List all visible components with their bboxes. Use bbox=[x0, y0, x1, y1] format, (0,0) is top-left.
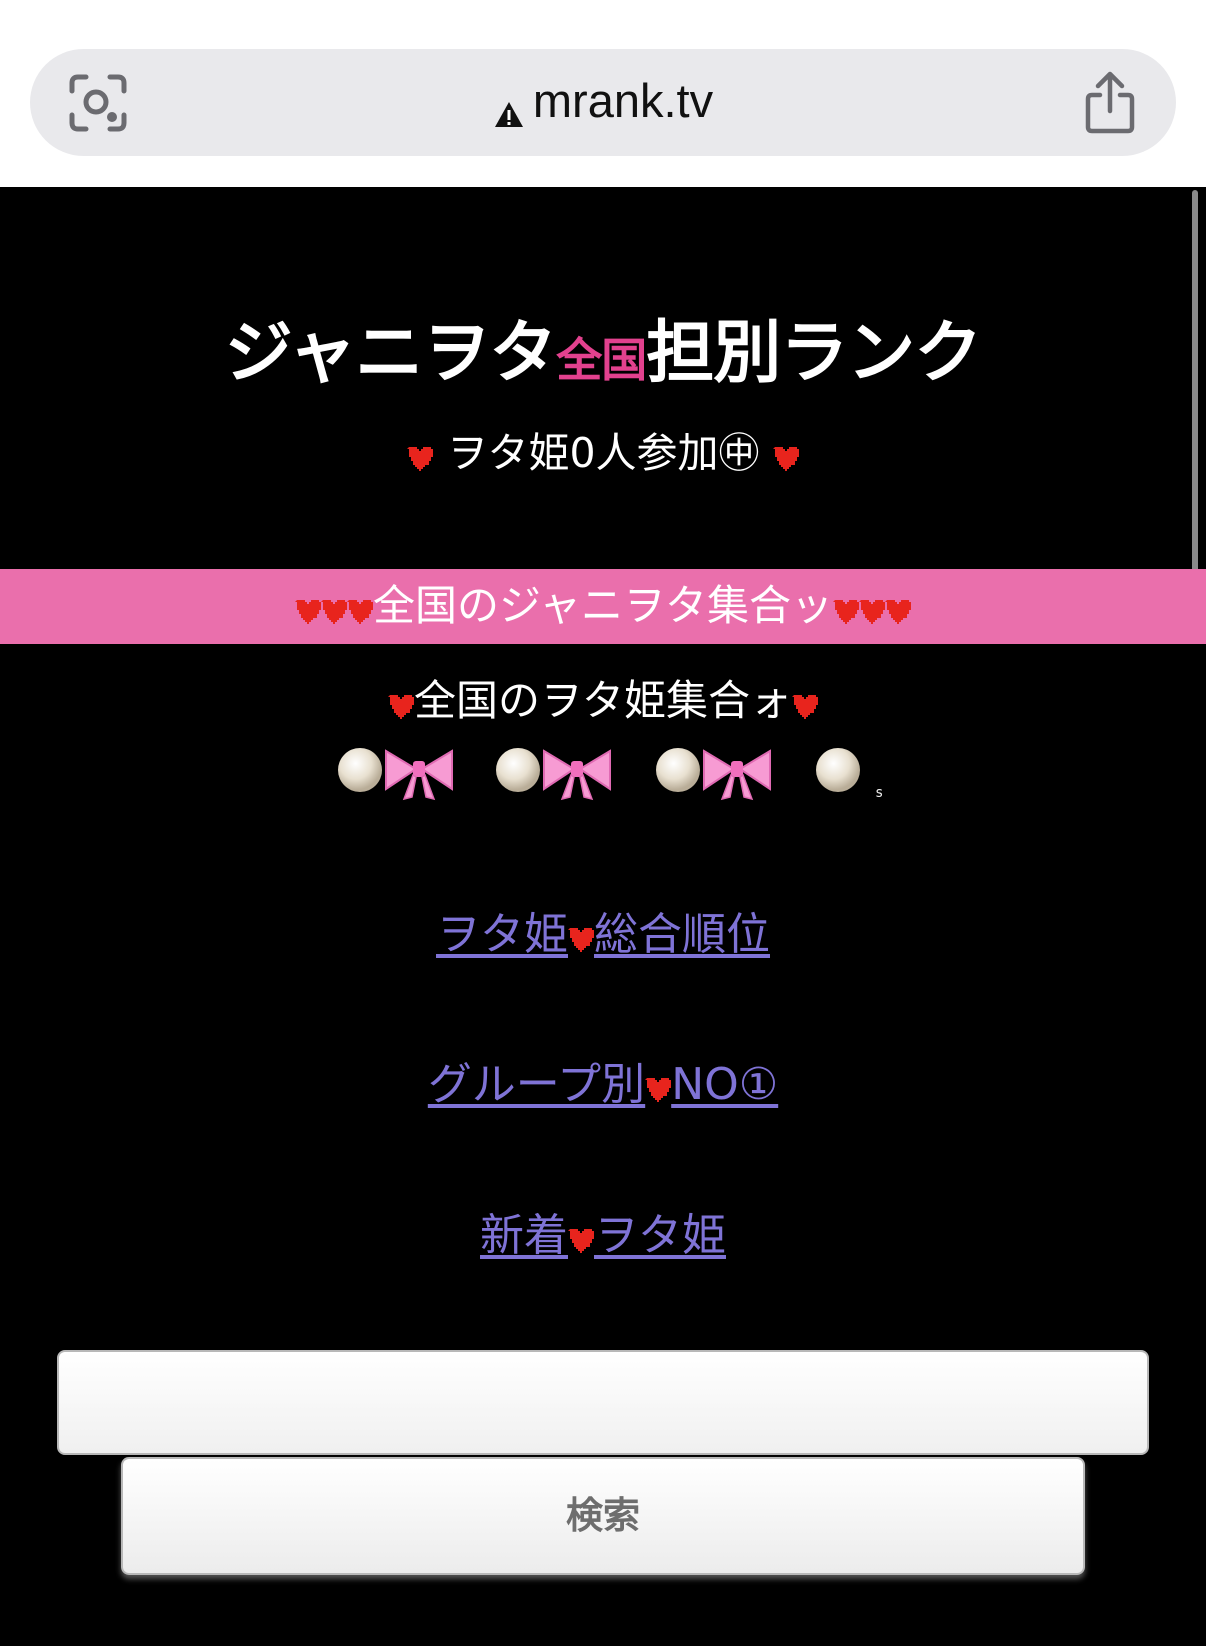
participant-count: ヲタ姫0人参加㊥ bbox=[0, 425, 1206, 481]
link-otahime[interactable]: ヲタ姫 bbox=[436, 909, 568, 960]
heart-icon bbox=[858, 599, 885, 624]
ribbon-icon bbox=[703, 750, 771, 800]
heart-icon bbox=[568, 1229, 594, 1253]
title-part2: 担別ランク bbox=[646, 314, 982, 393]
ribbon-icon bbox=[543, 750, 611, 800]
heart-icon bbox=[407, 447, 434, 471]
url-label: mrank.tv bbox=[532, 74, 714, 127]
pearl-icon bbox=[656, 748, 700, 792]
participant-text: ヲタ姫0人参加㊥ bbox=[446, 429, 760, 477]
web-page: ジャニヲタ全国担別ランク ヲタ姫0人参加㊥ 全国のジャニヲタ集合ッ 全国のヲタ姫… bbox=[0, 187, 1206, 1646]
url-text[interactable]: mrank.tv bbox=[30, 71, 1176, 131]
pearl-icon bbox=[496, 748, 540, 792]
heart-icon bbox=[832, 599, 859, 624]
heart-icon bbox=[568, 928, 594, 952]
page-title: ジャニヲタ全国担別ランク bbox=[0, 314, 1206, 400]
link-new[interactable]: 新着 bbox=[480, 1210, 568, 1261]
nav-row-group: グループ別 NO① bbox=[0, 1055, 1206, 1115]
share-icon[interactable] bbox=[1078, 69, 1142, 135]
deco-mark: s bbox=[875, 785, 884, 801]
pearl-ribbon-decoration bbox=[338, 737, 898, 807]
heart-icon bbox=[347, 599, 374, 624]
nav-row-new: 新着 ヲタ姫 bbox=[0, 1206, 1206, 1266]
browser-toolbar: mrank.tv bbox=[0, 0, 1206, 187]
search-input[interactable] bbox=[57, 1350, 1149, 1455]
link-new-otahime[interactable]: ヲタ姫 bbox=[594, 1210, 726, 1261]
link-no1[interactable]: NO① bbox=[671, 1059, 778, 1110]
heart-icon bbox=[295, 599, 322, 624]
heart-icon bbox=[792, 694, 818, 719]
heart-icon bbox=[387, 694, 414, 719]
search-button[interactable]: 検索 bbox=[121, 1457, 1085, 1575]
nav-row-overall: ヲタ姫 総合順位 bbox=[0, 905, 1206, 965]
pearl-icon bbox=[338, 748, 382, 792]
gather-text: 全国のヲタ姫集合ォ bbox=[0, 672, 1206, 730]
link-by-group[interactable]: グループ別 bbox=[428, 1059, 645, 1110]
pearl-icon bbox=[816, 748, 860, 792]
pink-banner: 全国のジャニヲタ集合ッ bbox=[0, 569, 1206, 644]
warning-icon bbox=[493, 85, 525, 127]
title-highlight: 全国 bbox=[556, 333, 647, 387]
heart-icon bbox=[321, 599, 348, 624]
ribbon-icon bbox=[385, 750, 453, 800]
heart-icon bbox=[884, 599, 911, 624]
title-part1: ジャニヲタ bbox=[224, 314, 558, 393]
banner-label: 全国のジャニヲタ集合ッ bbox=[373, 581, 833, 630]
gather-label: 全国のヲタ姫集合ォ bbox=[413, 676, 792, 725]
heart-icon bbox=[772, 447, 799, 471]
link-overall-ranking[interactable]: 総合順位 bbox=[594, 909, 770, 960]
address-bar[interactable]: mrank.tv bbox=[30, 49, 1176, 156]
heart-icon bbox=[645, 1078, 672, 1102]
